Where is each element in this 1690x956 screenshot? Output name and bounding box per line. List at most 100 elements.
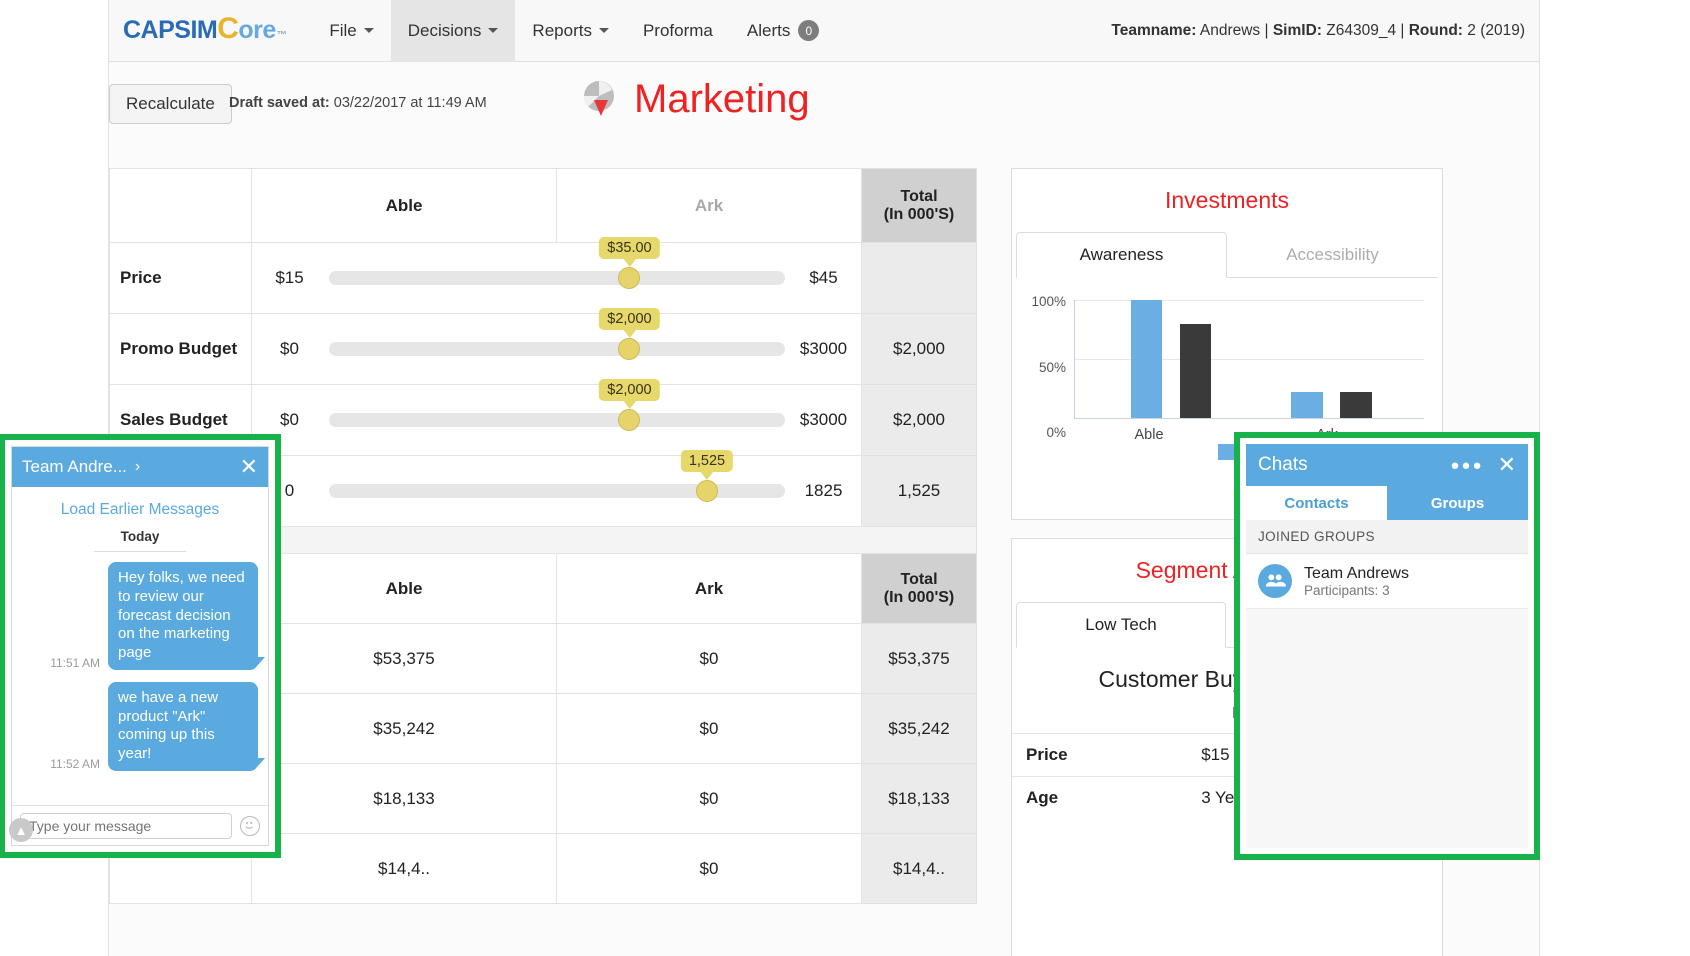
criteria-key-age: Age xyxy=(1012,777,1201,820)
fin-header-total-line1: Total xyxy=(862,571,976,589)
group-participants: Participants: 3 xyxy=(1304,583,1409,598)
promo-budget-slider-max: $3000 xyxy=(795,339,853,359)
nav-item-decisions[interactable]: Decisions xyxy=(391,0,516,62)
chats-panel-body xyxy=(1246,609,1528,848)
more-options-icon[interactable]: ●●● xyxy=(1450,457,1483,474)
chat-day-separator-line xyxy=(94,551,186,552)
bar-ark-new xyxy=(1291,392,1322,418)
fin-able-2: $35,242 xyxy=(252,694,557,764)
row-label-promo-budget: Promo Budget xyxy=(110,314,252,385)
table-header-row: Able Ark Total (In 000'S) xyxy=(110,169,977,243)
info-separator-1: | xyxy=(1265,22,1269,39)
simid-value: Z64309_4 xyxy=(1326,22,1396,39)
table-row: Price $15 $35.00 $45 xyxy=(110,243,977,314)
sales-budget-slider-value-bubble: $2,000 xyxy=(599,379,659,401)
chevron-up-icon[interactable]: ▲ xyxy=(9,818,33,842)
fin-total-3: $18,133 xyxy=(862,764,977,834)
tab-awareness[interactable]: Awareness xyxy=(1016,232,1227,278)
page-header: Marketing xyxy=(574,76,810,122)
x-category-able: Able xyxy=(1074,427,1224,443)
investments-title: Investments xyxy=(1012,169,1442,214)
chat-input-bar xyxy=(12,805,268,845)
group-name: Team Andrews xyxy=(1304,565,1409,583)
participants-count: 3 xyxy=(1382,583,1390,598)
price-slider-cell[interactable]: $15 $35.00 $45 xyxy=(252,243,862,314)
fin-able-4: $14,4.. xyxy=(252,834,557,904)
sales-budget-slider-cell[interactable]: $0 $2,000 $3000 xyxy=(252,385,862,456)
chat-message-bubble: we have a new product "Ark" coming up th… xyxy=(108,682,258,771)
capsim-logo[interactable]: CAPSIMCore™ xyxy=(123,16,286,45)
fin-header-able: Able xyxy=(252,554,557,624)
chat-message-bubble: Hey folks, we need to review our forecas… xyxy=(108,562,258,670)
chat-message: 11:52 AM we have a new product "Ark" com… xyxy=(22,682,258,771)
chevron-right-icon[interactable]: › xyxy=(135,458,140,476)
smiley-icon[interactable] xyxy=(240,816,260,836)
load-earlier-messages-link[interactable]: Load Earlier Messages xyxy=(22,495,258,529)
header-able: Able xyxy=(252,169,557,243)
close-icon[interactable]: ✕ xyxy=(1498,454,1516,476)
chat-message-time: 11:52 AM xyxy=(50,757,100,771)
chevron-down-icon xyxy=(364,28,374,33)
close-icon[interactable]: ✕ xyxy=(240,456,258,478)
price-slider-min: $15 xyxy=(261,268,319,288)
row-label-price: Price xyxy=(110,243,252,314)
promo-budget-slider-min: $0 xyxy=(261,339,319,359)
nav-item-file[interactable]: File xyxy=(312,0,390,62)
forecast-total: 1,525 xyxy=(862,456,977,527)
sales-budget-total: $2,000 xyxy=(862,385,977,456)
promo-budget-slider-value-bubble: $2,000 xyxy=(599,308,659,330)
header-total: Total (In 000'S) xyxy=(862,169,977,243)
forecast-slider-cell[interactable]: 0 1,525 1825 xyxy=(252,456,862,527)
fin-header-total-line2: (In 000'S) xyxy=(862,589,976,607)
chat-message-input[interactable] xyxy=(20,813,232,839)
fin-ark-2: $0 xyxy=(557,694,862,764)
chat-day-separator: Today xyxy=(22,529,258,544)
chat-message-list[interactable]: Load Earlier Messages Today 11:51 AM Hey… xyxy=(12,487,268,805)
sales-budget-slider-track[interactable]: $2,000 xyxy=(329,413,785,427)
tab-contacts[interactable]: Contacts xyxy=(1246,486,1387,520)
nav-item-reports-label: Reports xyxy=(532,21,592,41)
fin-total-1: $53,375 xyxy=(862,624,977,694)
group-avatar-icon xyxy=(1258,564,1292,598)
chart-plot-area xyxy=(1074,300,1424,419)
fin-ark-3: $0 xyxy=(557,764,862,834)
promo-budget-slider-cell[interactable]: $0 $2,000 $3000 xyxy=(252,314,862,385)
page-title: Marketing xyxy=(634,77,810,122)
info-separator-2: | xyxy=(1400,22,1404,39)
team-chat-window: Team Andre... › ✕ Load Earlier Messages … xyxy=(11,446,269,846)
gridline-50 xyxy=(1075,359,1424,360)
header-ark: Ark xyxy=(557,169,862,243)
nav-item-file-label: File xyxy=(329,21,356,41)
chat-window-header[interactable]: Team Andre... › ✕ xyxy=(12,447,268,487)
draft-saved-value: 03/22/2017 at 11:49 AM xyxy=(334,95,487,111)
pie-chart-icon xyxy=(574,76,620,122)
chat-message-time: 11:51 AM xyxy=(50,656,100,670)
list-item[interactable]: Team Andrews Participants: 3 xyxy=(1246,554,1528,609)
forecast-slider-knob[interactable] xyxy=(696,480,718,502)
forecast-slider-track[interactable]: 1,525 xyxy=(329,484,785,498)
y-tick-100: 100% xyxy=(1022,294,1066,309)
nav-item-proforma[interactable]: Proforma xyxy=(626,0,730,62)
fin-total-4: $14,4.. xyxy=(862,834,977,904)
price-slider-knob[interactable] xyxy=(618,267,640,289)
header-blank xyxy=(110,169,252,243)
tab-groups[interactable]: Groups xyxy=(1387,486,1528,520)
nav-item-alerts[interactable]: Alerts 0 xyxy=(730,0,836,62)
fin-able-3: $18,133 xyxy=(252,764,557,834)
forecast-slider-value-bubble: 1,525 xyxy=(681,450,733,472)
fin-able-1: $53,375 xyxy=(252,624,557,694)
tab-accessibility[interactable]: Accessibility xyxy=(1227,232,1438,278)
price-slider-value-bubble: $35.00 xyxy=(599,237,659,259)
nav-item-reports[interactable]: Reports xyxy=(515,0,626,62)
promo-budget-slider-knob[interactable] xyxy=(618,338,640,360)
tab-low-tech[interactable]: Low Tech xyxy=(1016,602,1226,648)
promo-budget-slider-track[interactable]: $2,000 xyxy=(329,342,785,356)
sales-budget-slider-knob[interactable] xyxy=(618,409,640,431)
draft-saved-status: Draft saved at: 03/22/2017 at 11:49 AM xyxy=(229,95,487,111)
price-slider-track[interactable]: $35.00 xyxy=(329,271,785,285)
participants-label: Participants: xyxy=(1304,583,1378,598)
bar-ark-old xyxy=(1340,392,1371,418)
y-tick-0: 0% xyxy=(1022,425,1066,440)
price-total xyxy=(862,243,977,314)
recalculate-button[interactable]: Recalculate xyxy=(109,84,232,124)
